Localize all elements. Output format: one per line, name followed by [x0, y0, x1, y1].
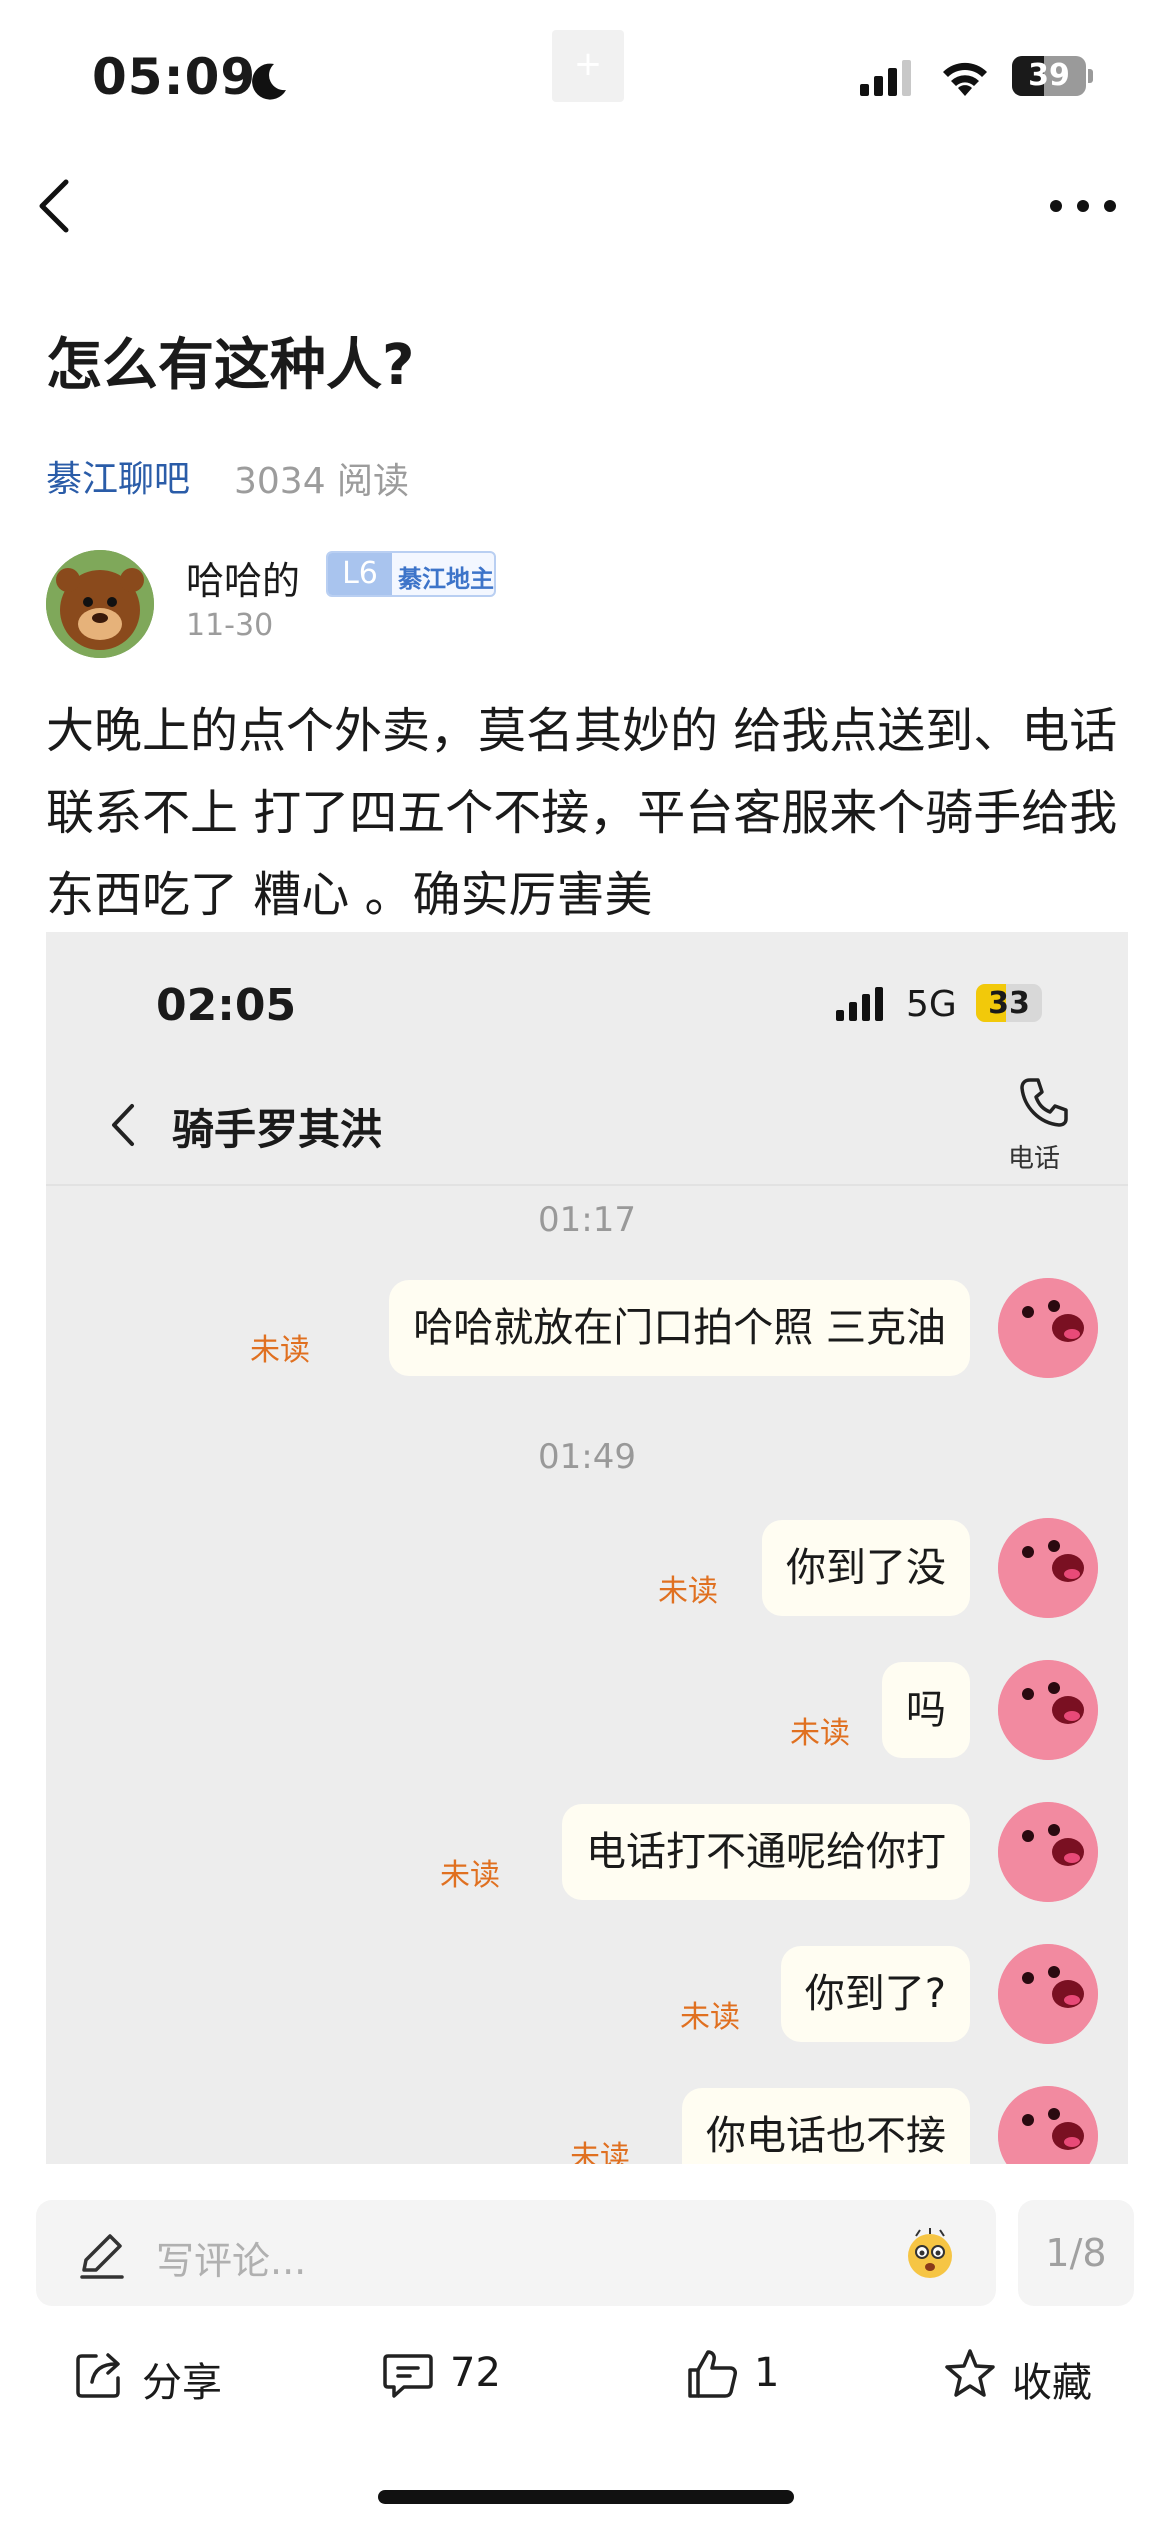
comment-icon	[383, 2354, 433, 2398]
embed-battery: 33	[976, 984, 1046, 1022]
level-title: 綦江地主	[398, 564, 494, 593]
chat-bubble: 你到了没	[762, 1520, 970, 1616]
embed-time: 02:05	[156, 980, 297, 1031]
unread-label: 未读	[680, 2000, 740, 2035]
unread-label: 未读	[570, 2140, 630, 2164]
status-center-box: +	[552, 30, 624, 102]
unread-label: 未读	[250, 1333, 310, 1368]
post-date: 11-30	[186, 608, 274, 643]
sender-avatar	[998, 1518, 1098, 1618]
author-avatar[interactable]	[46, 550, 154, 658]
emoji-icon[interactable]	[902, 2226, 958, 2282]
share-label: 分享	[142, 2360, 222, 2406]
comment-button[interactable]: 72	[380, 2340, 540, 2410]
sender-avatar	[998, 1944, 1098, 2044]
signal-icon	[860, 60, 911, 96]
like-count: 1	[754, 2350, 780, 2396]
sender-avatar	[998, 1660, 1098, 1760]
chat-timestamp: 01:17	[538, 1200, 636, 1240]
home-indicator[interactable]	[378, 2490, 794, 2504]
level-badge: L6 綦江地主	[326, 551, 496, 597]
phone-icon	[1020, 1078, 1068, 1127]
chat-bubble: 你到了?	[780, 1946, 970, 2042]
post-body: 大晚上的点个外卖，莫名其妙的 给我点送到、电话联系不上 打了四五个不接，平台客服…	[46, 703, 1118, 923]
status-time: 05:09	[92, 48, 257, 106]
chat-timestamp: 01:49	[538, 1437, 636, 1477]
share-icon	[76, 2353, 120, 2398]
unread-label: 未读	[790, 1716, 850, 1751]
like-button[interactable]: 1	[684, 2340, 824, 2410]
favorite-button[interactable]: 收藏	[942, 2340, 1142, 2410]
unread-label: 未读	[440, 1858, 500, 1893]
read-count: 3034 阅读	[234, 461, 410, 502]
back-icon[interactable]	[34, 176, 74, 236]
share-button[interactable]: 分享	[72, 2340, 272, 2410]
comment-count: 72	[450, 2350, 501, 2396]
comment-placeholder: 写评论...	[156, 2239, 307, 2283]
star-icon	[945, 2349, 995, 2397]
chat-bubble: 吗	[882, 1662, 970, 1758]
status-bar: 05:09 + 39	[0, 0, 1170, 150]
sender-avatar	[998, 2086, 1098, 2164]
chat-bubble: 电话打不通呢给你打	[562, 1804, 970, 1900]
favorite-label: 收藏	[1012, 2360, 1092, 2406]
embed-network: 5G	[906, 984, 957, 1025]
moon-icon	[252, 63, 286, 100]
pencil-icon	[80, 2234, 124, 2279]
divider	[46, 1184, 1128, 1186]
unread-label: 未读	[658, 1574, 718, 1609]
like-icon	[688, 2350, 737, 2398]
comment-input[interactable]: 写评论...	[36, 2200, 996, 2306]
post-title: 怎么有这种人?	[46, 333, 415, 398]
battery-indicator: 39	[1012, 56, 1093, 96]
level-number: L6	[328, 553, 392, 595]
sender-avatar	[998, 1802, 1098, 1902]
chat-title: 骑手罗其洪	[172, 1105, 383, 1154]
author-name[interactable]: 哈哈的	[186, 550, 300, 605]
chat-bubble: 哈哈就放在门口拍个照 三克油	[389, 1280, 970, 1376]
more-icon[interactable]	[1048, 196, 1118, 216]
wifi-icon	[943, 62, 987, 96]
back-icon	[112, 1104, 134, 1146]
phone-label: 电话	[1008, 1144, 1061, 1174]
signal-icon	[836, 987, 883, 1021]
sender-avatar	[998, 1278, 1098, 1378]
forum-link[interactable]: 綦江聊吧	[46, 450, 190, 502]
page-indicator[interactable]: 1/8	[1018, 2200, 1134, 2306]
embedded-screenshot[interactable]: 02:05 5G 33 骑手罗其洪 电话 01:17 未读 哈哈就放在门口拍个照…	[46, 932, 1128, 2164]
chat-bubble: 你电话也不接	[682, 2088, 970, 2164]
